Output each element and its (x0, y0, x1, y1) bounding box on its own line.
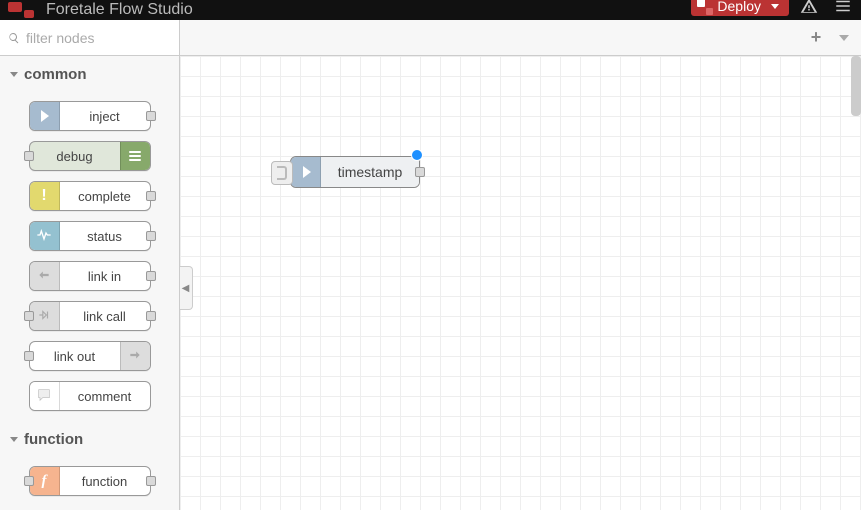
palette-node-comment[interactable]: comment (29, 381, 151, 411)
node-label: debug (30, 149, 120, 164)
app-title: Foretale Flow Studio (46, 1, 193, 19)
node-label: function (60, 474, 150, 489)
inject-icon (291, 157, 321, 187)
output-port (146, 476, 156, 486)
input-port (24, 151, 34, 161)
tab-list-dropdown[interactable] (835, 29, 853, 47)
add-tab-button[interactable] (807, 29, 825, 47)
node-palette-sidebar: common inject debug ! complete s (0, 20, 180, 510)
palette-category-common[interactable]: common (0, 56, 179, 91)
palette-category-function[interactable]: function (0, 421, 179, 456)
palette-list: common inject debug ! complete s (0, 56, 179, 510)
input-port (24, 351, 34, 361)
palette-node-link-call[interactable]: link call (29, 301, 151, 331)
node-label: link out (30, 349, 120, 364)
workspace-tabbar (180, 20, 861, 56)
function-icon: f (30, 467, 60, 495)
node-label: complete (60, 189, 150, 204)
palette-search (0, 20, 179, 56)
debug-icon (120, 142, 150, 170)
node-label: link in (60, 269, 150, 284)
palette-node-status[interactable]: status (29, 221, 151, 251)
node-label: status (60, 229, 150, 244)
palette-node-inject[interactable]: inject (29, 101, 151, 131)
node-label: comment (60, 389, 150, 404)
palette-node-link-out[interactable]: link out (29, 341, 151, 371)
input-port (24, 311, 34, 321)
app-logo-icon (8, 2, 38, 18)
link-in-icon (30, 262, 60, 290)
alert-icon[interactable] (795, 0, 823, 16)
unsaved-change-indicator (411, 149, 423, 161)
output-port[interactable] (415, 167, 425, 177)
flow-canvas[interactable]: timestamp (180, 56, 861, 510)
sidebar-collapse-handle[interactable] (180, 266, 193, 310)
node-label: inject (60, 109, 150, 124)
link-call-icon (30, 302, 60, 330)
category-label: function (24, 431, 83, 448)
vertical-scrollbar[interactable] (851, 56, 861, 116)
palette-node-function[interactable]: f function (29, 466, 151, 496)
chevron-down-icon (839, 35, 849, 41)
output-port (146, 311, 156, 321)
inject-trigger-button[interactable] (271, 161, 293, 185)
deploy-label: Deploy (717, 0, 761, 14)
chevron-down-icon (10, 437, 18, 442)
comment-icon (30, 382, 60, 410)
inject-icon (30, 102, 60, 130)
palette-node-link-in[interactable]: link in (29, 261, 151, 291)
output-port (146, 111, 156, 121)
link-out-icon (120, 342, 150, 370)
output-port (146, 231, 156, 241)
output-port (146, 271, 156, 281)
category-label: common (24, 66, 87, 83)
node-label: timestamp (321, 157, 419, 187)
canvas-node-timestamp[interactable]: timestamp (290, 156, 420, 188)
menu-icon[interactable] (829, 0, 857, 16)
search-icon (8, 32, 20, 44)
deploy-button[interactable]: Deploy (691, 0, 789, 16)
status-icon (30, 222, 60, 250)
palette-node-debug[interactable]: debug (29, 141, 151, 171)
node-label: link call (60, 309, 150, 324)
output-port (146, 191, 156, 201)
deploy-icon (697, 0, 711, 13)
chevron-down-icon (10, 72, 18, 77)
app-header: Foretale Flow Studio Deploy (0, 0, 861, 20)
palette-node-complete[interactable]: ! complete (29, 181, 151, 211)
chevron-down-icon[interactable] (771, 4, 779, 9)
input-port (24, 476, 34, 486)
palette-search-input[interactable] (26, 30, 171, 46)
complete-icon: ! (30, 182, 60, 210)
